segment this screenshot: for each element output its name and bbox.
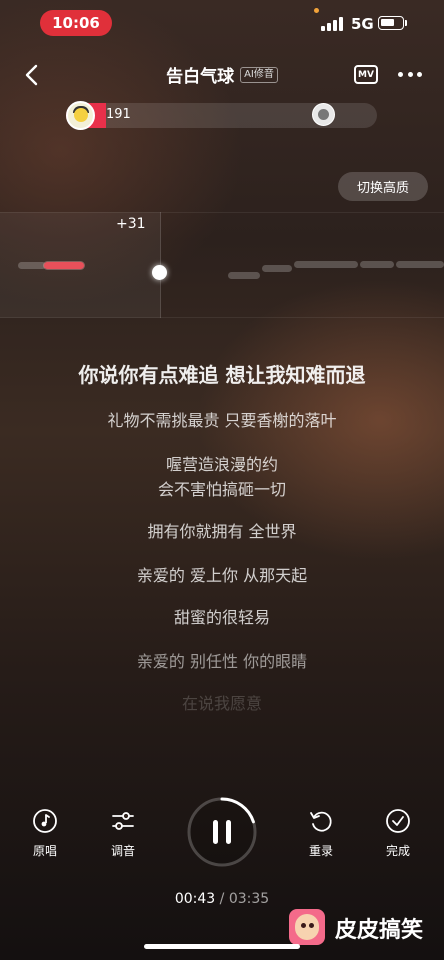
lyric-line: 礼物不需挑最贵 只要香榭的落叶 xyxy=(107,411,337,430)
pitch-note xyxy=(228,272,260,279)
lyric-line: 亲爱的 爱上你 从那天起 xyxy=(136,566,308,585)
tune-label: 调音 xyxy=(110,844,135,858)
song-title: 告白气球 xyxy=(166,67,235,87)
watermark-logo xyxy=(289,909,325,945)
lyric-line: 会不害怕搞砸一切 xyxy=(157,480,286,499)
mic-indicator-dot xyxy=(314,8,319,13)
lyric-line: 甜蜜的很轻易 xyxy=(173,608,270,627)
original-vocal-button[interactable]: 原唱 xyxy=(20,808,70,859)
quality-switch-button[interactable]: 切换高质 xyxy=(338,172,428,201)
pause-button[interactable] xyxy=(186,796,258,868)
more-icon[interactable] xyxy=(398,72,422,78)
total-time: 03:35 xyxy=(228,891,270,907)
finish-label: 完成 xyxy=(385,844,410,858)
pitch-note xyxy=(18,262,46,269)
ai-tag: AI修音 xyxy=(240,66,278,83)
pitch-note-hit xyxy=(44,262,84,269)
original-vocal-label: 原唱 xyxy=(32,844,57,858)
rerecord-button[interactable]: 重录 xyxy=(296,808,346,859)
battery-icon xyxy=(378,16,404,30)
rerecord-label: 重录 xyxy=(308,844,333,858)
lyric-line-current: 你说你有点难追 想让我知难而退 xyxy=(78,363,366,387)
sliders-icon xyxy=(110,808,136,834)
playback-time: 00:43 / 03:35 xyxy=(0,891,444,907)
user-avatar[interactable] xyxy=(66,101,95,130)
bonus-score: +31 xyxy=(116,216,146,232)
check-circle-icon xyxy=(385,808,411,834)
lyric-line: 拥有你就拥有 全世界 xyxy=(147,522,297,541)
time-separator: / xyxy=(219,891,225,907)
lyric-line: 在说我愿意 xyxy=(181,694,262,713)
lyric-line: 喔营造浪漫的约 xyxy=(165,455,278,474)
status-time: 10:06 xyxy=(40,10,112,36)
watermark-text: 皮皮搞笑 xyxy=(335,918,424,943)
current-time: 00:43 xyxy=(174,891,216,907)
home-indicator[interactable] xyxy=(144,944,300,949)
signal-icon xyxy=(321,17,343,31)
refresh-icon xyxy=(308,808,334,834)
pitch-indicator xyxy=(152,265,167,280)
opponent-avatar[interactable] xyxy=(312,103,335,126)
mv-button[interactable]: MV xyxy=(354,65,378,84)
pitch-note xyxy=(262,265,292,272)
pitch-note xyxy=(294,261,358,268)
score-value: 191 xyxy=(106,107,131,122)
pitch-note xyxy=(360,261,394,268)
pitch-note xyxy=(396,261,444,268)
lyric-line: 亲爱的 别任性 你的眼睛 xyxy=(136,652,308,671)
music-note-icon xyxy=(32,808,58,834)
tune-button[interactable]: 调音 xyxy=(98,808,148,859)
network-label: 5G xyxy=(351,15,374,33)
finish-button[interactable]: 完成 xyxy=(373,808,423,859)
battery-tip xyxy=(405,20,407,26)
